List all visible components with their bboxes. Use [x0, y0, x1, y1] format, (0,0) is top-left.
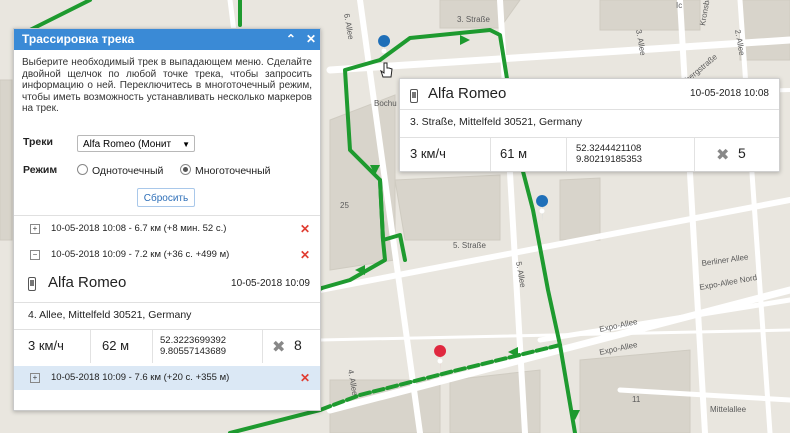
tracks-select-value: Alfa Romeo (Монит: [83, 139, 172, 150]
mode-single-label: Одноточечный: [92, 165, 164, 177]
track-point-info: Alfa Romeo 10-05-2018 10:09 4. Allee, Mi…: [14, 269, 320, 363]
street-label: Expo-Allee Nord: [699, 273, 758, 292]
street-label: 3. Straße: [457, 15, 490, 24]
info-distance-cell: 62 м: [90, 330, 153, 363]
mode-multi-radio[interactable]: Многоточечный: [180, 164, 271, 177]
panel-header: Трассировка трека ⌃ ✕: [14, 29, 320, 50]
info-speed: 3 км/ч: [28, 338, 64, 353]
track-item-label: 10-05-2018 10:08 - 6.7 км (+8 мин. 52 с.…: [51, 223, 227, 234]
street-label: Mittelallee: [710, 405, 747, 414]
info-coords-cell: 52.3223699392 9.80557143689: [152, 330, 263, 363]
info-distance: 62 м: [102, 338, 130, 353]
caret-down-icon: ▼: [182, 140, 190, 149]
radio-checked-icon: [180, 164, 191, 175]
phone-icon: [410, 89, 418, 103]
phone-icon: [28, 277, 36, 291]
track-point-popup: Alfa Romeo 10-05-2018 10:08 3. Straße, M…: [399, 78, 780, 172]
remove-icon[interactable]: ✕: [300, 217, 310, 241]
popup-speed-cell: 3 км/ч: [400, 138, 491, 171]
popup-satellites: 5: [738, 145, 746, 161]
radio-icon: [77, 164, 88, 175]
info-time: 10-05-2018 10:09: [231, 278, 310, 289]
info-address: 4. Allee, Mittelfeld 30521, Germany: [28, 309, 192, 321]
red-marker-icon[interactable]: [434, 345, 447, 372]
reset-button[interactable]: Сбросить: [137, 188, 195, 207]
info-satellites: 8: [294, 337, 302, 353]
expand-icon[interactable]: +: [30, 373, 40, 383]
panel-description: Выберите необходимый трек в выпадающем м…: [22, 57, 312, 114]
info-longitude: 9.80557143689: [160, 346, 227, 357]
street-label: Bochu: [374, 99, 397, 108]
popup-distance: 61 м: [500, 146, 528, 161]
double-chevron-up-icon[interactable]: ⌃: [286, 29, 296, 50]
track-item[interactable]: + 10-05-2018 10:08 - 6.7 км (+8 мин. 52 …: [14, 217, 320, 241]
tracks-label: Треки: [23, 136, 53, 148]
tracks-select[interactable]: Alfa Romeo (Монит ▼: [77, 135, 195, 152]
street-label: 5. Straße: [453, 241, 486, 250]
remove-icon[interactable]: ✕: [300, 243, 310, 267]
info-speed-cell: 3 км/ч: [14, 330, 91, 363]
block-number: 11: [632, 395, 641, 404]
panel-title: Трассировка трека: [22, 32, 135, 46]
street-label: 6. Allee: [342, 13, 356, 41]
block-number: 25: [340, 201, 349, 210]
street-label: Expo-Allee: [599, 340, 639, 357]
expand-icon[interactable]: +: [30, 224, 40, 234]
popup-time: 10-05-2018 10:08: [690, 88, 769, 99]
blue-marker-icon[interactable]: [536, 195, 549, 222]
collapse-icon[interactable]: −: [30, 250, 40, 260]
info-latitude: 52.3223699392: [160, 335, 227, 346]
track-tracing-panel: Трассировка трека ⌃ ✕ Выберите необходим…: [13, 28, 321, 411]
popup-longitude: 9.80219185353: [576, 154, 643, 165]
popup-coords-cell: 52.3244421108 9.80219185353: [566, 138, 695, 171]
track-item-selected[interactable]: + 10-05-2018 10:09 - 7.6 км (+20 с. +355…: [14, 366, 320, 390]
street-label: Berliner Allee: [701, 252, 749, 268]
popup-unit-name: Alfa Romeo: [428, 85, 507, 102]
track-item-label: 10-05-2018 10:09 - 7.6 км (+20 с. +355 м…: [51, 372, 230, 383]
close-icon[interactable]: ✕: [306, 29, 316, 50]
track-item-label: 10-05-2018 10:09 - 7.2 км (+36 с. +499 м…: [51, 249, 230, 260]
popup-speed: 3 км/ч: [410, 146, 446, 161]
remove-icon[interactable]: ✕: [300, 366, 310, 390]
mode-label: Режим: [23, 164, 58, 176]
popup-address: 3. Straße, Mittelfeld 30521, Germany: [410, 116, 583, 128]
info-unit-name: Alfa Romeo: [48, 274, 127, 291]
satellite-icon: ✖: [272, 339, 286, 356]
street-label: Kronsbergstraße: [698, 0, 717, 26]
popup-distance-cell: 61 м: [490, 138, 567, 171]
mode-multi-label: Многоточечный: [195, 165, 271, 177]
satellite-icon: ✖: [716, 147, 730, 164]
popup-latitude: 52.3244421108: [576, 143, 642, 154]
track-item[interactable]: − 10-05-2018 10:09 - 7.2 км (+36 с. +499…: [14, 243, 320, 267]
mode-single-radio[interactable]: Одноточечный: [77, 164, 163, 177]
street-label: Ic: [676, 1, 682, 10]
